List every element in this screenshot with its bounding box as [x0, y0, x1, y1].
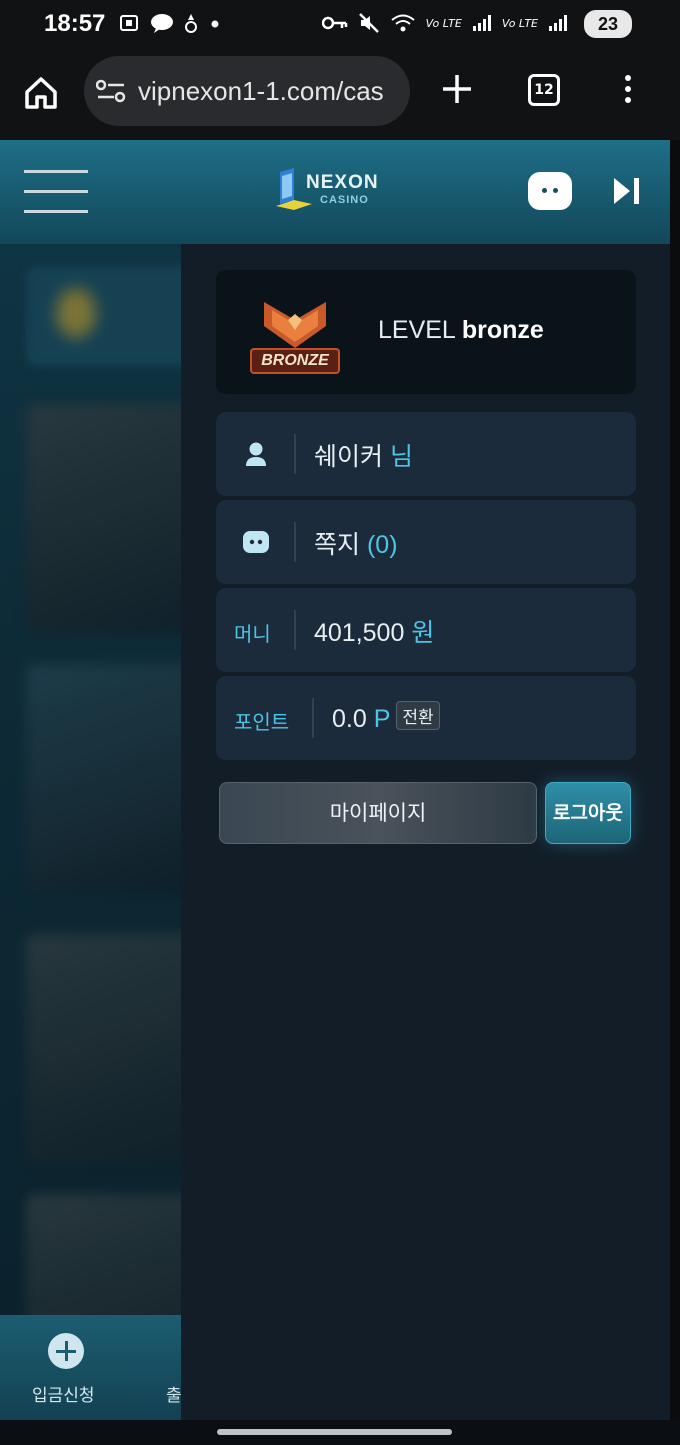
convert-points-button[interactable]: 전환: [396, 701, 440, 730]
status-time: 18:57: [44, 10, 106, 37]
money-value: 401,500 원: [314, 613, 434, 649]
mute-icon: [358, 13, 379, 33]
hamburger-menu-button[interactable]: [24, 170, 88, 214]
browser-toolbar: vipnexon1-1.com/cas 12: [0, 52, 680, 140]
url-text: vipnexon1-1.com/cas: [138, 76, 384, 106]
points-value: 0.0 P 전환: [332, 701, 440, 734]
lte-signal-icon: [472, 15, 491, 31]
bronze-badge: BRONZE: [250, 296, 340, 378]
lte-label-2: Vo LTE: [501, 16, 538, 30]
more-dot: [625, 86, 631, 92]
blurred-game-card: [26, 664, 181, 894]
tab-switcher-button[interactable]: 12: [528, 74, 560, 106]
menu-line: [24, 210, 88, 213]
dot-icon: [211, 20, 219, 28]
username: 쉐이커 님: [314, 437, 413, 473]
blurred-coin-icon: [56, 288, 96, 338]
points-row: 포인트 0.0 P 전환: [216, 676, 636, 760]
menu-line: [24, 170, 88, 173]
battery-indicator: 23: [584, 10, 632, 38]
level-card: BRONZE LEVEL bronze: [216, 270, 636, 394]
chat-dot: [553, 188, 558, 193]
bottom-nav: 입금신청 출: [0, 1315, 182, 1420]
withdraw-link[interactable]: 출: [166, 1381, 182, 1406]
skip-forward-icon: [614, 178, 639, 204]
messages-value: 쪽지 (0): [314, 525, 398, 561]
row-divider: [294, 434, 296, 474]
plus-icon: [443, 75, 471, 103]
chat-bubble-icon: [243, 531, 269, 553]
collapse-panel-button[interactable]: [612, 176, 642, 206]
blurred-game-card: [26, 934, 181, 1164]
user-icon: [246, 442, 266, 466]
user-row: 쉐이커 님: [216, 412, 636, 496]
blurred-game-card: [26, 404, 181, 634]
level-prefix: LEVEL: [378, 316, 455, 344]
status-icons-right: Vo LTE Vo LTE: [321, 12, 568, 34]
talk-icon: [151, 14, 173, 33]
screenshot-icon: [120, 15, 138, 31]
more-dot: [625, 97, 631, 103]
user-panel: BRONZE LEVEL bronze 쉐이커 님 쪽지 (0) 머니 401,…: [181, 244, 670, 1420]
logout-button[interactable]: 로그아웃: [545, 782, 631, 844]
points-amount: 0.0: [332, 705, 367, 733]
logo-wordmark: NEXON: [306, 172, 379, 193]
battery-level: 23: [597, 14, 619, 34]
deposit-request-link[interactable]: 입금신청: [32, 1381, 95, 1406]
mypage-button[interactable]: 마이페이지: [219, 782, 537, 844]
row-divider: [294, 522, 296, 562]
system-gesture-area: [0, 1420, 680, 1445]
deposit-plus-icon[interactable]: [48, 1333, 84, 1369]
messages-row[interactable]: 쪽지 (0): [216, 500, 636, 584]
points-label: 포인트: [234, 710, 290, 734]
lte-label: Vo LTE: [425, 16, 462, 30]
row-divider: [294, 610, 296, 650]
money-amount: 401,500: [314, 619, 405, 647]
home-gesture-bar[interactable]: [217, 1429, 452, 1435]
new-tab-button[interactable]: [440, 72, 474, 106]
notification-icon: [185, 14, 197, 33]
money-label: 머니: [234, 622, 271, 646]
background-content: [0, 244, 181, 1315]
badge-label: BRONZE: [250, 348, 340, 374]
logo-subtitle: CASINO: [320, 194, 369, 206]
key-icon: [321, 16, 347, 30]
status-icons-left: [118, 12, 222, 34]
messages-label: 쪽지: [314, 531, 361, 559]
home-icon: [25, 77, 57, 109]
row-divider: [312, 698, 314, 738]
message-button[interactable]: [528, 172, 572, 210]
site-logo[interactable]: NEXON CASINO: [272, 166, 392, 216]
username-suffix: 님: [389, 443, 413, 471]
blurred-game-card: [26, 1194, 181, 1315]
right-edge: [670, 140, 680, 1445]
site-settings-icon[interactable]: [96, 78, 126, 104]
level-shield-icon: [264, 302, 326, 348]
level-value: bronze: [461, 316, 544, 344]
username-text: 쉐이커: [314, 443, 384, 471]
messages-count: (0): [366, 531, 398, 559]
menu-line: [24, 190, 88, 193]
status-bar: 18:57 Vo LTE Vo LTE 23: [0, 0, 680, 52]
chat-dot: [542, 188, 547, 193]
points-unit: P: [373, 705, 391, 733]
site-header: NEXON CASINO: [0, 140, 670, 244]
money-unit: 원: [411, 619, 435, 647]
lte-signal-icon: [549, 15, 567, 31]
money-row: 머니 401,500 원: [216, 588, 636, 672]
more-dot: [625, 75, 631, 81]
home-button[interactable]: [22, 74, 60, 112]
more-menu-button[interactable]: [620, 72, 636, 108]
address-bar[interactable]: vipnexon1-1.com/cas: [84, 56, 410, 126]
wifi-icon: [391, 14, 415, 32]
level-text: LEVEL bronze: [378, 316, 544, 345]
blurred-banner: [26, 266, 181, 366]
